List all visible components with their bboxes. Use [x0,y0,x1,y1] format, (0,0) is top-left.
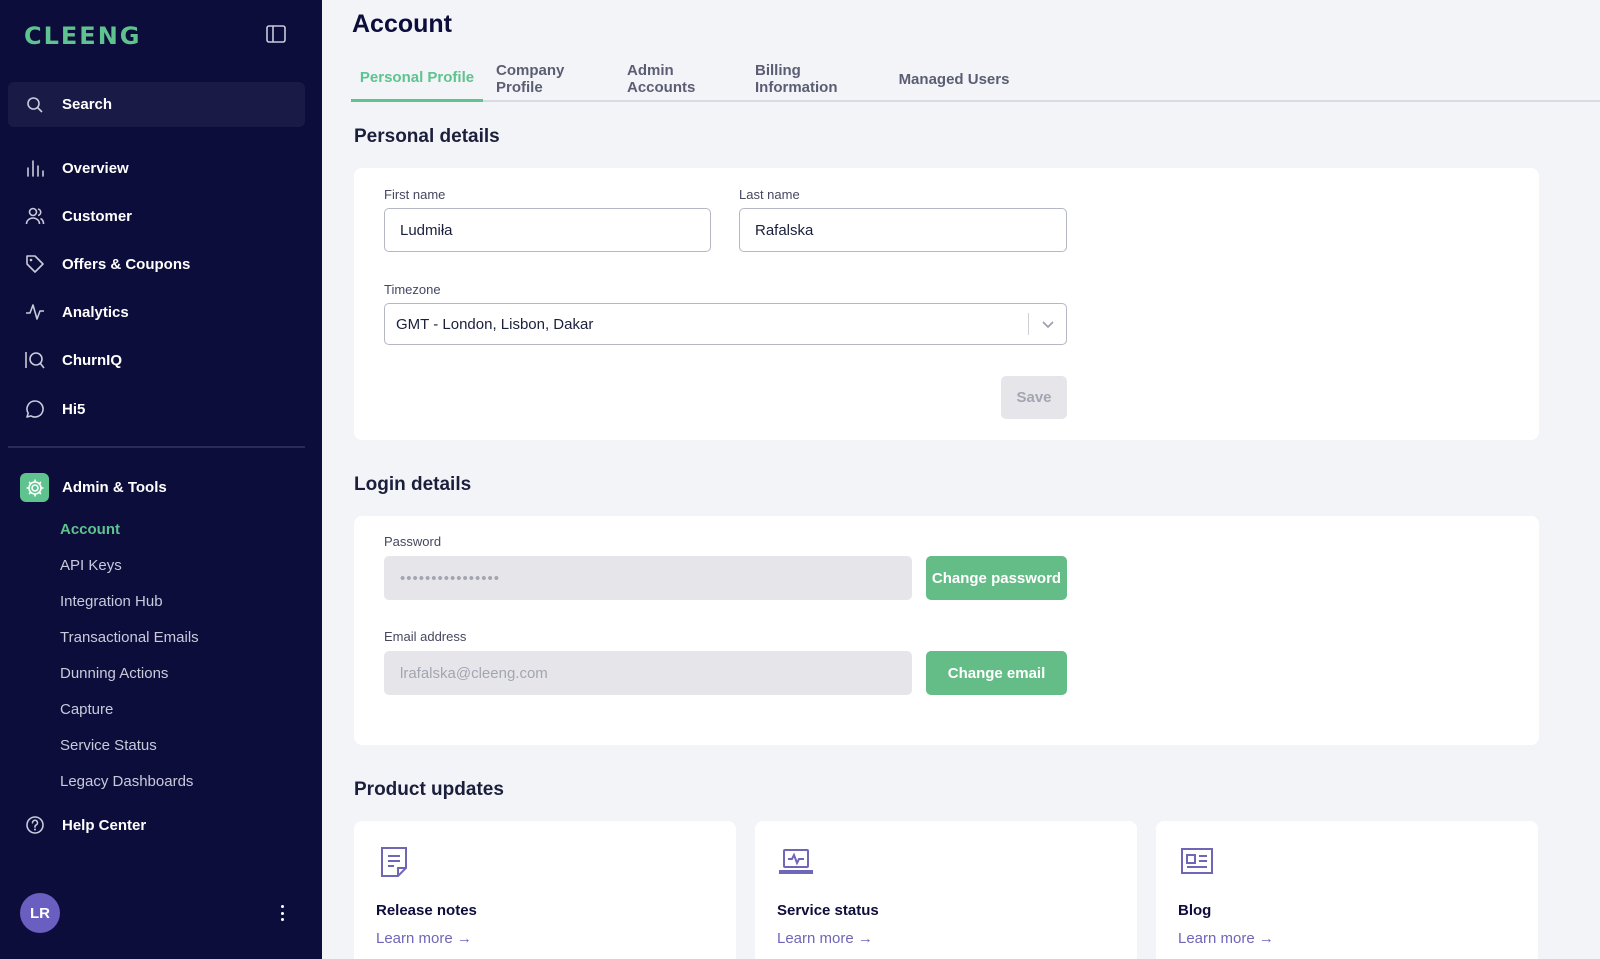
release-notes-title: Release notes [376,902,477,919]
help-center-label: Help Center [62,816,147,834]
nav-item-offers-coupons[interactable]: Offers & Coupons [0,244,322,284]
main-content: Account Personal Profile Company Profile… [322,0,1600,959]
user-avatar[interactable]: LR [20,893,60,933]
sub-item-service-status[interactable]: Service Status [60,737,157,754]
users-icon [24,205,46,227]
change-email-button[interactable]: Change email [926,651,1067,695]
churniq-icon [24,349,46,371]
login-details-card: Password •••••••••••••••• Change passwor… [354,516,1539,745]
first-name-label: First name [384,187,446,202]
password-field: •••••••••••••••• [384,556,912,600]
service-status-link[interactable]: Learn more → [777,930,873,947]
sub-item-transactional-emails[interactable]: Transactional Emails [60,629,199,646]
nav-label-hi5: Hi5 [62,400,86,418]
chevron-down-icon [1042,321,1054,329]
first-name-input[interactable]: Ludmiła [384,208,711,252]
password-label: Password [384,534,442,549]
page-title: Account [352,10,452,38]
email-label: Email address [384,629,467,644]
laptop-pulse-icon [779,849,813,874]
svg-text:CLEENG: CLEENG [24,22,141,48]
search-icon [27,96,43,113]
search-label: Search [62,96,113,113]
nav-item-analytics[interactable]: Analytics [0,292,322,332]
chat-bubble-icon [24,398,46,420]
email-field: lrafalska@cleeng.com [384,651,912,695]
sub-item-legacy-dashboards[interactable]: Legacy Dashboards [60,773,193,790]
nav-label-churniq: ChurnIQ [62,351,122,369]
document-icon [381,847,407,877]
timezone-value: GMT - London, Lisbon, Dakar [396,315,594,333]
service-status-card[interactable]: Service status Learn more → [755,821,1137,959]
search-button[interactable]: Search [8,82,305,127]
sub-item-api-keys[interactable]: API Keys [60,557,122,574]
gear-icon [20,473,49,502]
admin-tools-label: Admin & Tools [62,479,167,496]
nav-item-admin-tools[interactable]: Admin & Tools [20,473,167,502]
release-notes-card[interactable]: Release notes Learn more → [354,821,736,959]
nav-label-customer: Customer [62,207,133,225]
tab-company-profile[interactable]: Company Profile [496,56,614,102]
nav-item-hi5[interactable]: Hi5 [0,389,322,429]
nav-label-offers-coupons: Offers & Coupons [62,255,191,273]
tab-managed-users[interactable]: Managed Users [897,56,1011,102]
sub-item-integration-hub[interactable]: Integration Hub [60,593,163,610]
sidebar-collapse-icon[interactable] [266,25,288,45]
timezone-label: Timezone [384,282,441,297]
sidebar-divider [8,446,305,448]
save-button[interactable]: Save [1001,376,1067,419]
nav-label-analytics: Analytics [62,303,129,321]
sub-item-dunning-actions[interactable]: Dunning Actions [60,665,168,682]
account-tabs: Personal Profile Company Profile Admin A… [351,56,1600,102]
select-separator [1028,313,1029,335]
blog-title: Blog [1178,902,1212,919]
login-details-title: Login details [354,474,472,495]
newspaper-icon [1181,848,1213,874]
tab-billing-information[interactable]: Billing Information [755,56,885,102]
nav-item-help-center[interactable]: Help Center [0,805,322,845]
help-circle-icon [24,814,46,836]
nav-item-churniq[interactable]: ChurnIQ [0,340,322,380]
nav-label-overview: Overview [62,159,129,177]
nav-item-customer[interactable]: Customer [0,196,322,236]
last-name-label: Last name [739,187,800,202]
tab-admin-accounts[interactable]: Admin Accounts [627,56,743,102]
tab-personal-profile[interactable]: Personal Profile [351,56,483,102]
sidebar: CLEENG Search Overview Customer Offers &… [0,0,322,959]
timezone-select[interactable]: GMT - London, Lisbon, Dakar [384,303,1067,345]
release-notes-link[interactable]: Learn more → [376,930,472,947]
cleeng-logo[interactable]: CLEENG [24,22,164,48]
product-updates-title: Product updates [354,779,504,800]
bar-chart-icon [24,157,46,179]
pulse-icon [24,301,46,323]
change-password-button[interactable]: Change password [926,556,1067,600]
blog-link[interactable]: Learn more → [1178,930,1274,947]
service-status-title: Service status [777,902,879,919]
tag-icon [24,253,46,275]
sub-item-capture[interactable]: Capture [60,701,113,718]
last-name-input[interactable]: Rafalska [739,208,1067,252]
sub-item-account[interactable]: Account [60,521,120,538]
blog-card[interactable]: Blog Learn more → [1156,821,1538,959]
personal-details-card: First name Ludmiła Last name Rafalska Ti… [354,168,1539,440]
personal-details-title: Personal details [354,126,500,147]
nav-item-overview[interactable]: Overview [0,148,322,188]
more-options-icon[interactable] [272,902,292,924]
